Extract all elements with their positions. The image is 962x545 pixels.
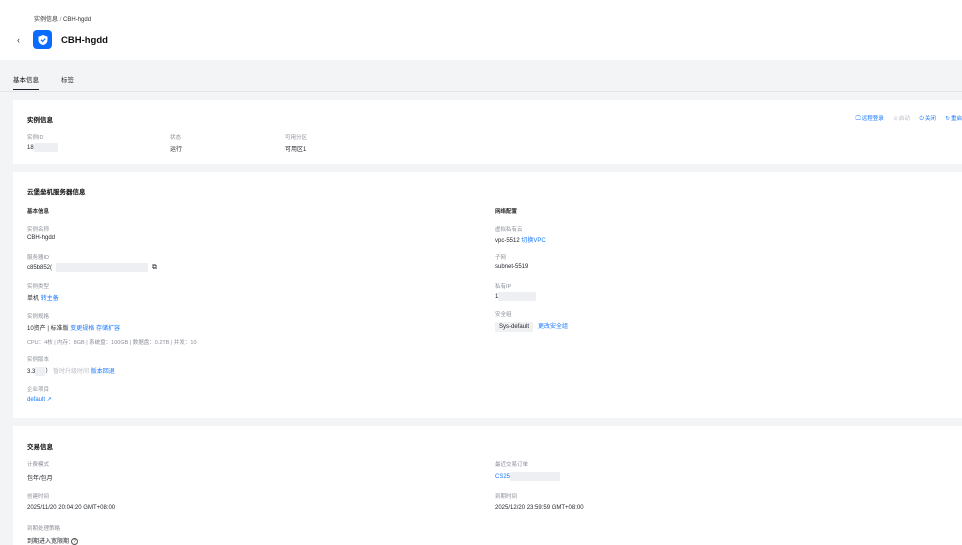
network-config-subtitle: 网络配置 <box>495 209 518 215</box>
page-header: 实例信息 / CBH-hgdd ‹ CBH-hgdd <box>0 0 962 60</box>
breadcrumb: 实例信息 / CBH-hgdd <box>34 14 91 23</box>
instance-version-value: 3.3） 暂时升级时间 版本回退 <box>27 366 115 376</box>
vpc-label: 虚拟私有云 <box>495 227 523 233</box>
copy-icon[interactable]: ⧉ <box>152 264 157 271</box>
vpc-value: vpc-5512 切换VPC <box>495 238 546 244</box>
masked-value <box>35 366 46 376</box>
restart-icon: ↻ <box>945 116 950 122</box>
instance-version-label: 实例版本 <box>27 357 50 363</box>
subnet-label: 子网 <box>495 255 507 261</box>
instance-id-label: 实例ID <box>27 135 44 141</box>
security-group-label: 安全组 <box>495 312 512 318</box>
remote-login-button[interactable]: 🖵远程登录 <box>851 116 883 122</box>
enterprise-project-link[interactable]: default <box>27 397 45 403</box>
instance-info-title: 实例信息 <box>27 117 53 124</box>
expiry-policy-value: 到期进入宽限期? <box>27 536 79 545</box>
breadcrumb-separator: / <box>59 17 62 23</box>
server-info-title: 云堡垒机服务器信息 <box>27 189 86 196</box>
masked-value <box>498 292 537 301</box>
switch-to-ha-link[interactable]: 转主备 <box>41 296 59 302</box>
switch-vpc-link[interactable]: 切换VPC <box>521 238 545 244</box>
instance-info-card: 实例信息 🖵远程登录 ⊙启动 ⏻关闭 ↻重启 实例ID 18 状态 运行 可用分… <box>13 100 962 164</box>
subnet-value: subnet-5519 <box>495 264 529 270</box>
recent-order-label: 最近交易订单 <box>495 462 529 468</box>
instance-actions: 🖵远程登录 ⊙启动 ⏻关闭 ↻重启 <box>847 114 962 123</box>
spec-detail: CPU：4核 | 内存：8GB | 系统盘：100GB | 数据盘：0.2TB … <box>27 340 197 346</box>
tab-bar: 基本信息 标签 <box>0 62 962 92</box>
play-icon: ⊙ <box>893 116 898 122</box>
zone-value: 可用区1 <box>285 147 307 153</box>
created-time-label: 创建时间 <box>27 494 50 500</box>
expiry-time-label: 到期时间 <box>495 494 518 500</box>
billing-mode-value: 包年/包月 <box>27 476 53 482</box>
shutdown-button[interactable]: ⏻关闭 <box>915 116 935 122</box>
change-spec-link[interactable]: 变更规格 <box>70 326 94 332</box>
billing-mode-label: 计费模式 <box>27 462 50 468</box>
private-ip-label: 私有IP <box>495 284 512 290</box>
start-button[interactable]: ⊙启动 <box>889 116 910 122</box>
monitor-icon: 🖵 <box>855 116 861 122</box>
security-group-value: Sys-default 更改安全组 <box>495 321 568 332</box>
recent-order-value: CS25 <box>495 472 561 481</box>
tab-tags[interactable]: 标签 <box>61 74 74 84</box>
external-link-icon[interactable]: ↗ <box>47 397 52 403</box>
breadcrumb-parent[interactable]: 实例信息 <box>34 17 58 23</box>
private-ip-value: 1 <box>495 292 537 301</box>
instance-type-value: 单机 转主备 <box>27 296 59 302</box>
page-title: CBH-hgdd <box>61 35 108 46</box>
version-hint: 暂时升级时间 <box>53 369 90 375</box>
trade-info-title: 交易信息 <box>27 444 53 451</box>
status-label: 状态 <box>170 135 182 141</box>
instance-spec-value: 10资产 | 标准版 变更规格 存储扩容 <box>27 326 120 332</box>
expiry-policy-label: 到期处理策略 <box>27 526 61 532</box>
instance-spec-label: 实例规格 <box>27 314 50 320</box>
instance-type-label: 实例类型 <box>27 284 50 290</box>
security-group-tag: Sys-default <box>495 322 534 332</box>
chevron-left-icon[interactable]: ‹ <box>17 35 20 45</box>
power-icon: ⏻ <box>919 116 924 122</box>
recent-order-link[interactable]: CS25 <box>495 474 510 480</box>
version-rollback-link[interactable]: 版本回退 <box>91 369 115 375</box>
server-id-value: c85b852(⧉ <box>27 263 158 272</box>
expand-storage-link[interactable]: 存储扩容 <box>96 326 120 332</box>
basic-info-subtitle: 基本信息 <box>27 209 50 215</box>
enterprise-project-value: default ↗ <box>27 396 52 403</box>
masked-value <box>33 143 58 152</box>
change-security-group-link[interactable]: 更改安全组 <box>538 324 568 330</box>
zone-label: 可用分区 <box>285 135 308 141</box>
instance-name-label: 实例名称 <box>27 227 50 233</box>
instance-id-value: 18 <box>27 143 58 152</box>
instance-name-value: CBH-hgdd <box>27 235 56 241</box>
tab-basic-info[interactable]: 基本信息 <box>13 74 39 90</box>
help-icon[interactable]: ? <box>71 538 79 545</box>
breadcrumb-current: CBH-hgdd <box>63 17 92 23</box>
masked-value <box>56 263 149 272</box>
status-value: 运行 <box>170 147 183 153</box>
server-info-card: 云堡垒机服务器信息 基本信息 实例名称 CBH-hgdd 服务器ID c85b8… <box>13 172 962 418</box>
enterprise-project-label: 企业项目 <box>27 387 50 393</box>
server-id-label: 服务器ID <box>27 255 50 261</box>
restart-button[interactable]: ↻重启 <box>941 116 962 122</box>
created-time-value: 2025/11/20 20:04:20 GMT+08:00 <box>27 505 116 511</box>
trade-info-card: 交易信息 计费模式 包年/包月 创建时间 2025/11/20 20:04:20… <box>13 426 962 545</box>
masked-value <box>510 472 561 481</box>
expiry-time-value: 2025/12/20 23:59:59 GMT+08:00 <box>495 505 584 511</box>
shield-icon <box>33 30 52 49</box>
